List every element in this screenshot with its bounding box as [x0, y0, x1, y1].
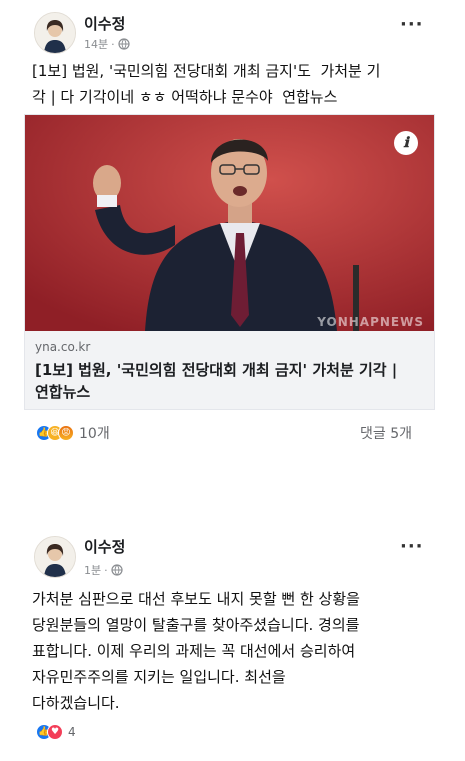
reaction-summary[interactable]: 👍 ♥ 4 — [36, 724, 76, 740]
post-text: 가처분 심판으로 대선 후보도 내지 못할 뻔 한 상황을 당원분들의 열망이 … — [32, 590, 360, 712]
globe-icon — [111, 564, 123, 576]
post-2: 이수정 1분 · ··· 가처분 심판으로 대선 후보도 내지 못할 뻔 한 상… — [0, 520, 465, 761]
more-options-button[interactable]: ··· — [400, 538, 424, 556]
post-meta: 1분 · — [84, 562, 123, 578]
reaction-count: 4 — [68, 725, 76, 739]
comment-count[interactable]: 댓글 5개 — [360, 423, 412, 443]
love-icon: ♥ — [47, 724, 63, 740]
watermark: YONHAPNEWS — [317, 315, 424, 329]
reaction-summary[interactable]: 👍 😆 😡 10개 — [36, 423, 110, 443]
angry-icon: 😡 — [58, 425, 74, 441]
more-options-button[interactable]: ··· — [400, 16, 424, 34]
link-image[interactable]: ℹ YONHAPNEWS — [25, 115, 434, 331]
post-time[interactable]: 14분 — [84, 36, 108, 52]
author-avatar[interactable] — [34, 12, 76, 54]
link-domain: yna.co.kr — [35, 340, 91, 354]
author-name[interactable]: 이수정 — [84, 536, 125, 557]
meta-separator: · — [104, 563, 108, 577]
post-1: 이수정 14분 · ··· [1보] 법원, '국민의힘 전당대회 개최 금지'… — [0, 0, 465, 452]
meta-separator: · — [111, 37, 115, 51]
news-photo-icon — [25, 115, 434, 331]
link-title[interactable]: [1보] 법원, '국민의힘 전당대회 개최 금지' 가처분 기각 | 연합뉴스 — [35, 359, 427, 403]
post-meta: 14분 · — [84, 36, 130, 52]
post-time[interactable]: 1분 — [84, 562, 101, 578]
reaction-count: 10개 — [79, 426, 110, 442]
post-text: [1보] 법원, '국민의힘 전당대회 개최 금지'도 가처분 기 각 | 다 … — [32, 62, 381, 106]
globe-icon — [118, 38, 130, 50]
author-avatar[interactable] — [34, 536, 76, 578]
author-name[interactable]: 이수정 — [84, 13, 125, 34]
link-preview-card[interactable]: ℹ YONHAPNEWS yna.co.kr [1보] 법원, '국민의힘 전당… — [24, 114, 435, 410]
info-icon[interactable]: ℹ — [394, 131, 418, 155]
